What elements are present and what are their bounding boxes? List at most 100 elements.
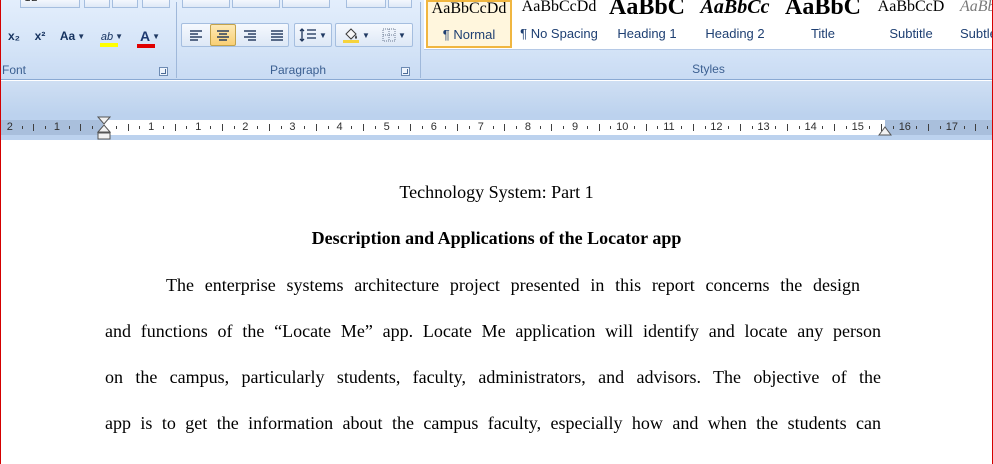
sort-button[interactable] <box>346 0 386 8</box>
ruler-tick <box>421 126 423 129</box>
font-color-button[interactable]: A ▼ <box>132 25 168 48</box>
chevron-down-icon: ▼ <box>115 31 124 41</box>
paragraph-line: app is to get the information about the … <box>105 413 881 433</box>
right-indent-icon[interactable] <box>878 123 892 137</box>
ruler-tick <box>21 126 23 129</box>
shading-borders-buttons: ▼ ▼ <box>335 23 413 47</box>
paragraph-line: The enterprise systems architecture proj… <box>166 275 860 295</box>
style-tile-heading-2[interactable]: AaBbCc Heading 2 <box>692 0 778 48</box>
superscript-label: x² <box>34 29 46 43</box>
ruler-tick <box>174 124 176 131</box>
ruler-tick <box>963 126 965 129</box>
styles-gallery: AaBbCcDd ¶ Normal AaBbCcDd ¶ No Spacing … <box>424 0 993 50</box>
ruler-tick <box>728 126 730 129</box>
font-color-bar <box>136 44 155 48</box>
ruler-number: 16 <box>898 121 911 133</box>
font-dialog-launcher-icon[interactable] <box>159 67 168 76</box>
subscript-button[interactable]: x₂ <box>2 25 26 47</box>
style-tile-subtle[interactable]: AaBbC Subtle <box>956 0 993 48</box>
style-sample: AaBbCcD <box>877 0 945 15</box>
ruler-tick <box>751 126 753 129</box>
ruler-tick <box>363 124 365 131</box>
align-center-icon <box>217 30 229 41</box>
ruler-tick <box>928 124 930 131</box>
borders-button[interactable]: ▼ <box>376 24 412 46</box>
highlighter-icon: ab <box>99 29 118 47</box>
style-tile-title[interactable]: AaBbC Title <box>780 0 866 48</box>
highlight-label: ab <box>100 31 114 43</box>
document-subtitle: Description and Applications of the Loca… <box>311 228 682 248</box>
paragraph-line: and functions of the “Locate Me” app. Lo… <box>105 321 881 341</box>
style-tile-subtitle[interactable]: AaBbCcD Subtitle <box>868 0 954 48</box>
align-center-button[interactable] <box>210 24 236 46</box>
ruler-number: 11 <box>663 121 675 133</box>
multilevel-list-button[interactable] <box>282 0 330 8</box>
style-tile-no-spacing[interactable]: AaBbCcDd ¶ No Spacing <box>516 0 602 48</box>
ruler-number: 9 <box>572 121 579 133</box>
ruler-tick <box>457 124 459 131</box>
ruler-tick <box>845 126 847 129</box>
shrink-font-button[interactable] <box>112 0 138 8</box>
horizontal-ruler[interactable]: 211123456789101112131415161718 <box>0 115 993 140</box>
ruler-tick <box>304 126 306 129</box>
justify-icon <box>270 30 283 41</box>
style-name: Subtle <box>960 26 993 41</box>
text-highlight-button[interactable]: ab ▼ <box>94 25 130 47</box>
highlight-color-bar <box>99 43 118 47</box>
subscript-label: x₂ <box>7 29 20 43</box>
justify-button[interactable] <box>264 24 289 46</box>
bullets-button[interactable] <box>182 0 230 8</box>
align-left-button[interactable] <box>183 24 209 46</box>
chevron-down-icon: ▼ <box>362 30 370 40</box>
align-right-button[interactable] <box>237 24 263 46</box>
superscript-button[interactable]: x² <box>28 25 52 47</box>
ruler-tick <box>975 124 977 131</box>
change-case-button[interactable]: Aa ▼ <box>55 25 90 47</box>
ruler-number: 5 <box>383 121 390 133</box>
paragraph-dialog-launcher-icon[interactable] <box>401 67 410 76</box>
ruler-tick <box>551 124 553 131</box>
ruler-tick <box>516 126 518 129</box>
shading-button[interactable]: ▼ <box>336 24 376 46</box>
align-right-icon <box>244 30 256 41</box>
ruler-tick <box>645 124 647 131</box>
document-page[interactable]: Technology System: Part 1 Description an… <box>0 140 993 464</box>
ruler-tick <box>692 124 694 131</box>
ruler-tick <box>80 124 82 131</box>
paragraph-group-label: Paragraph <box>269 63 327 77</box>
ruler-tick <box>834 124 836 131</box>
chevron-down-icon: ▼ <box>319 30 327 40</box>
line-spacing-button[interactable]: ▼ <box>294 23 332 47</box>
ruler-tick <box>92 126 94 129</box>
ruler-number: 10 <box>616 121 629 133</box>
style-sample: AaBbCcDd <box>521 0 597 15</box>
ruler-tick <box>869 126 871 129</box>
clear-formatting-button[interactable] <box>142 0 170 8</box>
grow-font-button[interactable] <box>84 0 110 8</box>
font-size-box[interactable]: 12 <box>20 0 80 8</box>
ribbon: 12 x₂ x² Aa ▼ ab ▼ A ▼ Font <box>0 0 993 80</box>
ruler-tick <box>633 126 635 129</box>
styles-group-label: Styles <box>692 62 725 76</box>
ruler-tick <box>315 124 317 131</box>
ruler-tick <box>586 126 588 129</box>
ruler-number: 14 <box>804 121 817 133</box>
style-tile-normal[interactable]: AaBbCcDd ¶ Normal <box>426 0 512 48</box>
style-sample: AaBbCcDd <box>431 0 507 17</box>
show-marks-button[interactable] <box>388 0 412 8</box>
first-line-indent-icon[interactable] <box>97 116 111 140</box>
ruler-tick <box>445 126 447 129</box>
ruler-tick <box>916 126 918 129</box>
ruler-tick <box>822 126 824 129</box>
font-size-value: 12 <box>24 0 38 4</box>
style-tile-heading-1[interactable]: AaBbC Heading 1 <box>604 0 690 48</box>
ruler-tick <box>775 126 777 129</box>
style-sample: AaBbC <box>960 0 993 15</box>
style-sample: AaBbC <box>608 0 686 20</box>
ruler-tick <box>657 126 659 129</box>
paragraph-group: ▼ ▼ ▼ Paragraph <box>178 0 418 80</box>
ruler-number: 7 <box>477 121 484 133</box>
ruler-tick <box>45 126 47 129</box>
numbering-button[interactable] <box>232 0 280 8</box>
ruler-number: 2 <box>242 121 249 133</box>
